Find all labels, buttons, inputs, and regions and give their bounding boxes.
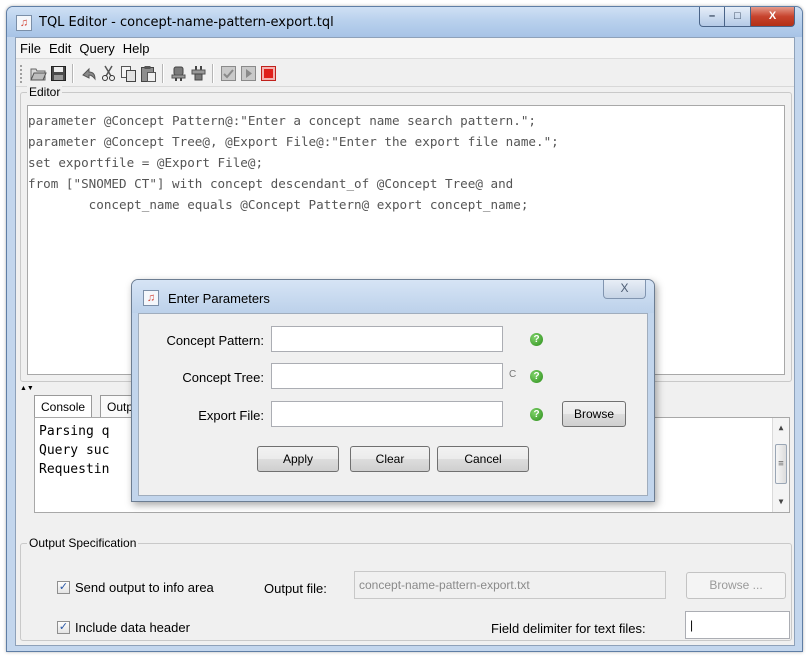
toolbar	[16, 60, 794, 87]
output-file-input[interactable]: concept-name-pattern-export.txt	[354, 571, 666, 599]
cut-icon[interactable]	[100, 65, 117, 82]
code-line: from ["SNOMED CT"] with concept descenda…	[28, 176, 514, 191]
output-file-label: Output file:	[264, 581, 327, 596]
editor-label: Editor	[27, 85, 63, 99]
include-header-label: Include data header	[75, 620, 190, 635]
copy-icon[interactable]	[120, 65, 137, 82]
run-icon[interactable]	[240, 65, 257, 82]
dialog-close-button[interactable]: X	[603, 280, 646, 299]
dialog-browse-button[interactable]: Browse	[562, 401, 626, 427]
send-output-label: Send output to info area	[75, 580, 214, 595]
export-file-input[interactable]	[271, 401, 503, 427]
delimiter-input[interactable]: |	[685, 611, 790, 639]
toolbar-separator	[72, 64, 74, 83]
disconnect-icon[interactable]	[190, 65, 207, 82]
connect-icon[interactable]	[170, 65, 187, 82]
toolbar-grip[interactable]	[20, 65, 23, 83]
menu-bar: File Edit Query Help	[16, 38, 794, 59]
dialog-body: Concept Pattern: ? Concept Tree: C ? Exp…	[138, 313, 648, 496]
concept-tree-label: Concept Tree:	[182, 370, 264, 385]
scroll-down-arrow-icon[interactable]: ▼	[773, 494, 789, 510]
include-header-checkbox[interactable]: ✓ Include data header	[57, 620, 190, 635]
check-icon[interactable]	[220, 65, 237, 82]
menu-edit[interactable]: Edit	[45, 38, 75, 56]
output-spec-panel: Output Specification ✓ Send output to in…	[20, 536, 792, 641]
menu-file[interactable]: File	[16, 38, 45, 56]
code-line: concept_name equals @Concept Pattern@ ex…	[28, 197, 529, 212]
checkbox-checked-icon[interactable]: ✓	[57, 581, 70, 594]
help-icon[interactable]: ?	[530, 370, 543, 383]
save-icon[interactable]	[50, 65, 67, 82]
java-app-icon: ♫	[16, 15, 32, 31]
concept-pattern-input[interactable]	[271, 326, 503, 352]
menu-help[interactable]: Help	[119, 38, 154, 56]
toolbar-separator	[212, 64, 214, 83]
enter-parameters-dialog: ♫ Enter Parameters X Concept Pattern: ? …	[131, 279, 655, 502]
send-output-checkbox[interactable]: ✓ Send output to info area	[57, 580, 214, 595]
minimize-button[interactable]: –	[699, 7, 725, 27]
help-icon[interactable]: ?	[530, 408, 543, 421]
title-bar[interactable]: ♫ TQL Editor - concept-name-pattern-expo…	[7, 7, 802, 37]
code-line: set exportfile = @Export File@;	[28, 155, 264, 170]
undo-icon[interactable]	[80, 65, 97, 82]
toolbar-separator	[162, 64, 164, 83]
delimiter-label: Field delimiter for text files:	[491, 621, 646, 636]
maximize-button[interactable]: □	[725, 7, 751, 27]
code-line: parameter @Concept Tree@, @Export File@:…	[28, 134, 559, 149]
close-button[interactable]: X	[751, 7, 795, 27]
java-app-icon: ♫	[143, 290, 159, 306]
dialog-title: Enter Parameters	[168, 291, 270, 306]
output-spec-label: Output Specification	[27, 536, 139, 550]
scroll-up-arrow-icon[interactable]: ▲	[773, 420, 789, 436]
stop-icon[interactable]	[260, 65, 277, 82]
apply-button[interactable]: Apply	[257, 446, 339, 472]
open-icon[interactable]	[30, 65, 47, 82]
clear-button[interactable]: Clear	[350, 446, 430, 472]
tab-console[interactable]: Console	[34, 395, 93, 417]
menu-query[interactable]: Query	[75, 38, 118, 56]
cancel-button[interactable]: Cancel	[437, 446, 529, 472]
split-pane-divider[interactable]: ▲▼	[20, 385, 40, 392]
console-scrollbar[interactable]: ▲ ≡ ▼	[772, 418, 789, 512]
window-controls: – □ X	[699, 7, 795, 27]
window-title: TQL Editor - concept-name-pattern-export…	[39, 15, 334, 30]
code-line: parameter @Concept Pattern@:"Enter a con…	[28, 113, 536, 128]
export-file-label: Export File:	[198, 408, 264, 423]
dialog-title-bar[interactable]: ♫ Enter Parameters X	[132, 280, 654, 313]
concept-tree-picker-icon[interactable]: C	[509, 369, 516, 380]
concept-tree-input[interactable]	[271, 363, 503, 389]
output-browse-button[interactable]: Browse ...	[686, 572, 786, 599]
checkbox-checked-icon[interactable]: ✓	[57, 621, 70, 634]
concept-pattern-label: Concept Pattern:	[166, 333, 264, 348]
paste-icon[interactable]	[140, 65, 157, 82]
help-icon[interactable]: ?	[530, 333, 543, 346]
scroll-thumb[interactable]: ≡	[775, 444, 787, 484]
